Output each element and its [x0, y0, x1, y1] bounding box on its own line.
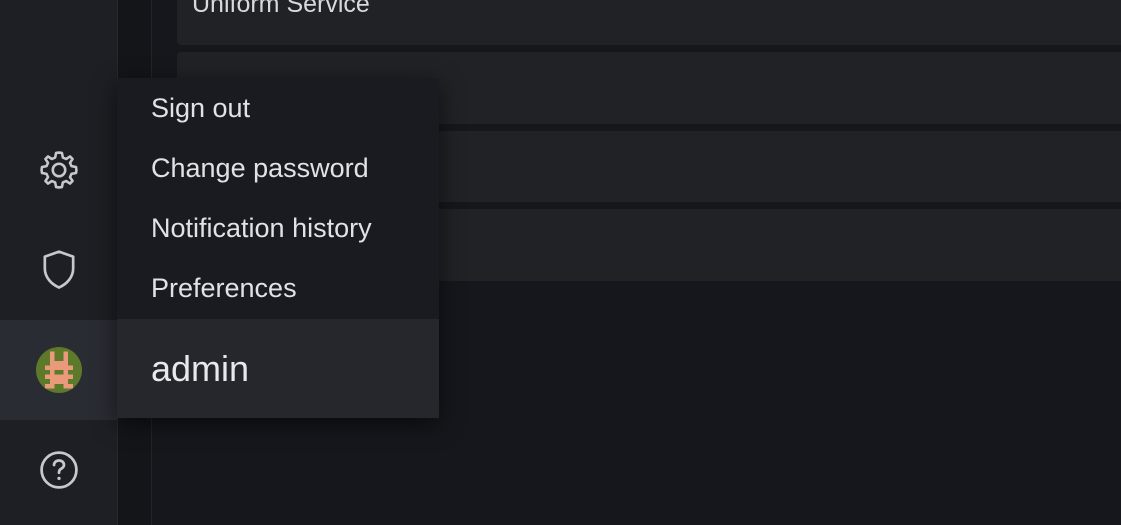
menu-item-label: Preferences: [151, 272, 297, 303]
app-root: Uniform Service Sign out Change password…: [0, 0, 1121, 525]
panel-uniform-service[interactable]: Uniform Service: [177, 0, 1121, 45]
menu-item-label: Change password: [151, 152, 369, 183]
user-menu-header[interactable]: admin: [117, 319, 439, 418]
panel-title: Uniform Service: [192, 0, 370, 18]
sidebar-item-help[interactable]: [0, 420, 117, 520]
shield-icon: [39, 248, 79, 292]
user-menu: Sign out Change password Notification hi…: [117, 78, 439, 418]
username-label: admin: [151, 347, 250, 389]
help-icon: [37, 448, 81, 492]
menu-item-label: Notification history: [151, 212, 372, 243]
menu-item-sign-out[interactable]: Sign out: [117, 78, 439, 138]
sidebar-item-profile[interactable]: [0, 320, 117, 420]
menu-item-notification-history[interactable]: Notification history: [117, 198, 439, 258]
sidebar-item-configuration[interactable]: [0, 120, 117, 220]
menu-item-change-password[interactable]: Change password: [117, 138, 439, 198]
avatar: [35, 347, 82, 393]
sidebar-item-server-admin[interactable]: [0, 220, 117, 320]
gear-icon: [37, 148, 81, 192]
menu-item-label: Sign out: [151, 92, 251, 123]
menu-item-preferences[interactable]: Preferences: [117, 258, 439, 318]
